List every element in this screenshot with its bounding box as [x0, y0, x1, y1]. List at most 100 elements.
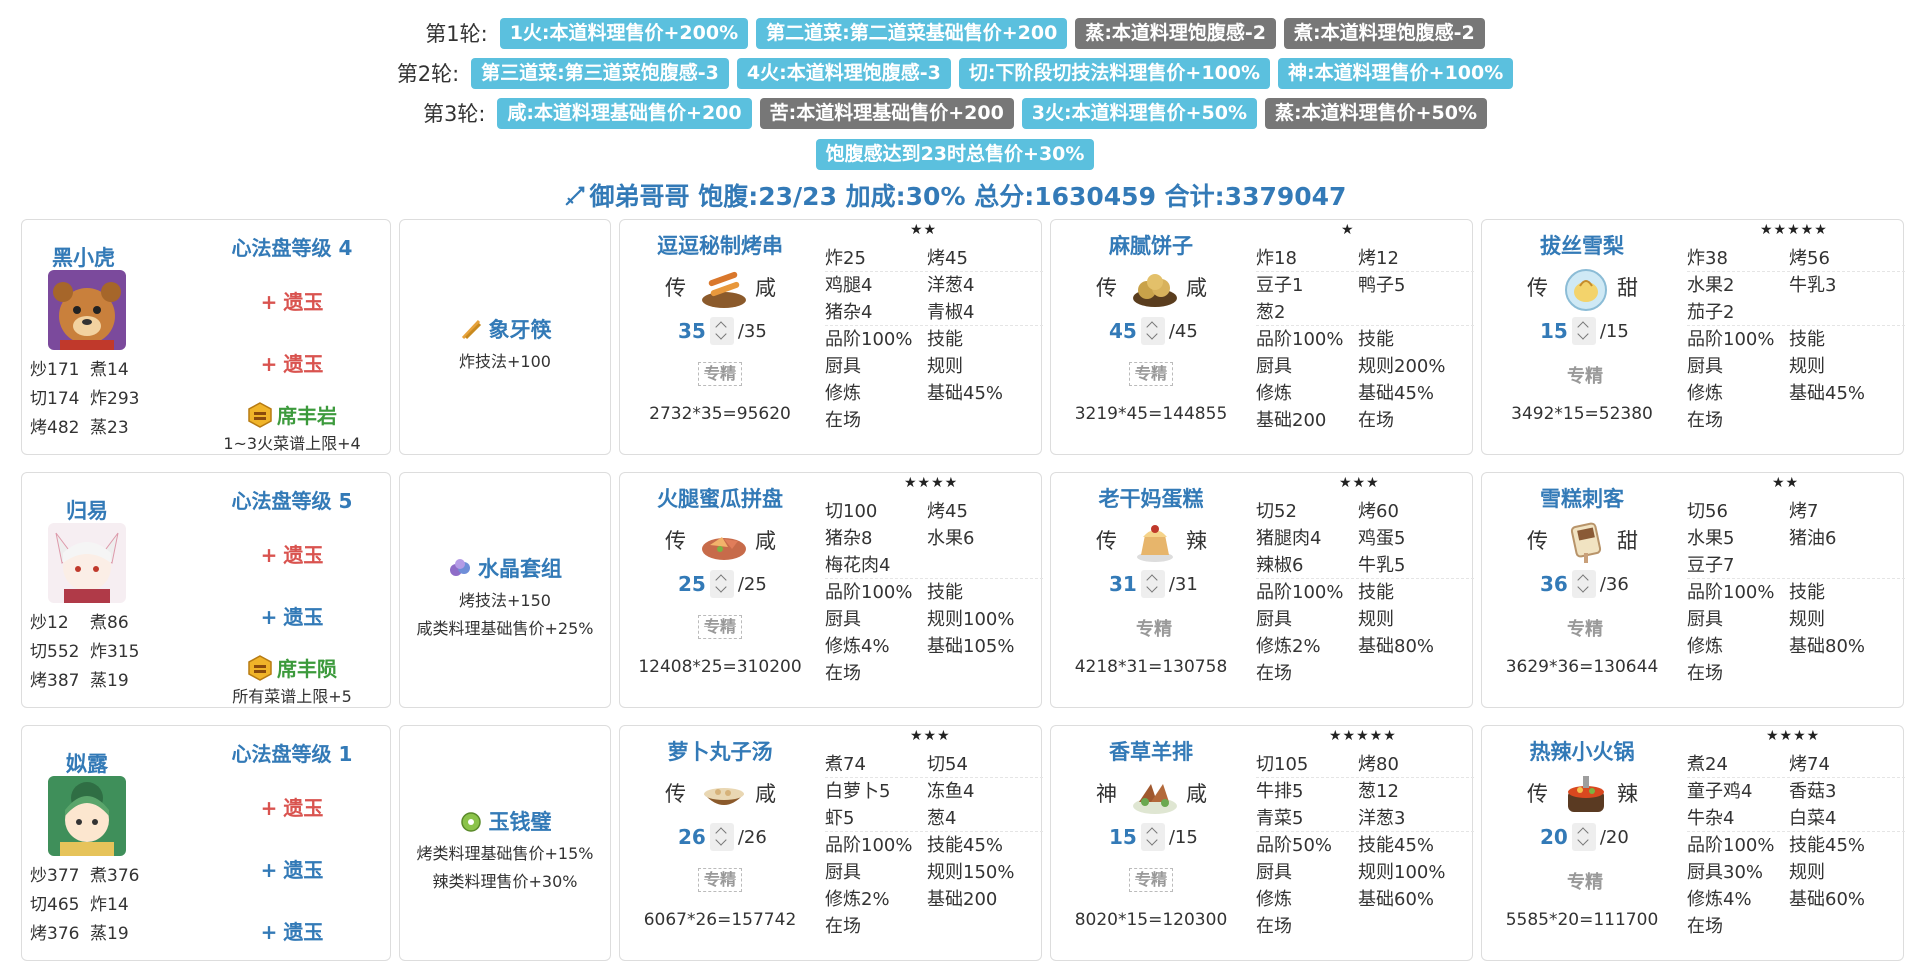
- rarity-stars: ★★★★: [1766, 728, 1821, 744]
- amber-slot[interactable]: + 遗玉: [182, 916, 402, 945]
- recipe-taste: 甜: [1617, 529, 1638, 553]
- chef-card[interactable]: 归易 炒12 煮86 切552 炸315 烤387 蒸19 心法盘等级 5 + 遗玉 +…: [21, 472, 391, 708]
- rarity-stars: ★★★★: [904, 475, 959, 491]
- equip-card[interactable]: 玉钱璧 烤类料理基础售价+15% 辣类料理售价+30%: [399, 725, 611, 961]
- recipe-card[interactable]: 逗逗秘制烤串 传 咸 35/35 专精 2732*35=95620 ★★ 炸25…: [619, 219, 1043, 455]
- amber-effect: 1~3火菜谱上限+4: [223, 434, 361, 453]
- recipe-card[interactable]: 拔丝雪梨 传 甜 15/15 专精 3492*15=52380 ★★★★★ 炸3…: [1481, 219, 1905, 455]
- rule-tag: 蒸:本道料理售价+50%: [1265, 97, 1488, 129]
- quantity-stepper[interactable]: 15/15: [1540, 317, 1629, 345]
- mastery-button[interactable]: 专精: [1560, 868, 1610, 894]
- amber-slot[interactable]: + 遗玉: [182, 539, 402, 568]
- recipe-image: [702, 271, 746, 308]
- mastery-button[interactable]: 专精: [1560, 362, 1610, 388]
- chopsticks-icon: [461, 319, 481, 340]
- recipe-name: 热辣小火锅: [1529, 740, 1635, 764]
- mastery-button[interactable]: 专精: [1560, 615, 1610, 641]
- amber-slot[interactable]: 席丰陨: [182, 653, 402, 682]
- quantity-stepper[interactable]: 45/45: [1109, 317, 1198, 345]
- equip-name: 玉钱璧: [400, 806, 610, 836]
- amber-slot[interactable]: + 遗玉: [182, 286, 402, 315]
- mastery-button[interactable]: 专精: [1129, 868, 1173, 892]
- recipe-card[interactable]: 香草羊排 神 咸 15/15 专精 8020*15=120300 ★★★★★ 切…: [1050, 725, 1474, 961]
- spinner-icon[interactable]: [709, 823, 734, 851]
- chef-stats: 炒12 煮86 切552 炸315 烤387 蒸19: [30, 613, 140, 691]
- quantity-stepper[interactable]: 15/15: [1109, 823, 1198, 851]
- spinner-icon[interactable]: [1140, 317, 1165, 345]
- spinner-icon[interactable]: [1571, 823, 1596, 851]
- recipe-origin: 传: [1527, 276, 1548, 300]
- recipe-image: [702, 537, 746, 560]
- recipe-score: 5585*20=111700: [1505, 910, 1659, 930]
- chef-stats: 炒171 煮14 切174 炸293 烤482 蒸23: [30, 360, 140, 438]
- recipe-name: 麻腻饼子: [1109, 234, 1193, 258]
- recipe-name: 雪糕刺客: [1540, 487, 1624, 511]
- recipe-card[interactable]: 麻腻饼子 传 咸 45/45 专精 3219*45=144855 ★ 炸18 烤1…: [1050, 219, 1474, 455]
- quantity-stepper[interactable]: 31/31: [1109, 570, 1198, 598]
- recipe-origin: 传: [665, 529, 686, 553]
- chef-card[interactable]: 姒露 炒377 煮376 切465 炸14 烤376 蒸19 心法盘等级 1 + 遗玉 …: [21, 725, 391, 961]
- amber-slot[interactable]: + 遗玉: [182, 854, 402, 883]
- rarity-stars: ★★★★★: [1760, 222, 1828, 238]
- recipe-image: [1133, 784, 1177, 814]
- chef-card[interactable]: 黑小虎 炒171 煮14 切174 炸293 烤482 蒸23 心法盘等级 4 + 遗玉…: [21, 219, 391, 455]
- recipe-name: 香草羊排: [1109, 740, 1193, 764]
- round-1-rules: 第1轮: 1火:本道料理售价+200% 第二道菜:第二道菜基础售价+200 蒸:…: [0, 16, 1910, 50]
- quantity-stepper[interactable]: 20/20: [1540, 823, 1629, 851]
- crystal-icon: [450, 559, 470, 576]
- recipe-details: 切56 烤7 水果5 猪油6 豆子7 品阶100% 技能 厨具 规则 修炼 基础80% 在…: [1687, 498, 1905, 687]
- sword-icon: [565, 186, 584, 206]
- spinner-icon[interactable]: [1140, 823, 1165, 851]
- quantity-stepper[interactable]: 35/35: [678, 317, 767, 345]
- quantity-stepper[interactable]: 25/25: [678, 570, 767, 598]
- recipe-card[interactable]: 萝卜丸子汤 传 咸 26/26 专精 6067*26=157742 ★★★ 煮7…: [619, 725, 1043, 961]
- recipe-score: 2732*35=95620: [649, 404, 791, 424]
- rule-tag: 切:下阶段切技法料理售价+100%: [958, 57, 1271, 89]
- rule-tag: 1火:本道料理售价+200%: [499, 17, 749, 49]
- rule-tag: 咸:本道料理基础售价+200: [497, 97, 752, 129]
- recipe-card[interactable]: 老干妈蛋糕 传 辣 31/31 专精 4218*31=130758 ★★★ 切5…: [1050, 472, 1474, 708]
- recipe-card[interactable]: 雪糕刺客 传 甜 36/36 专精 3629*36=130644 ★★ 切56 烤…: [1481, 472, 1905, 708]
- equip-effect: 烤类料理基础售价+15%: [416, 844, 594, 863]
- spinner-icon[interactable]: [1140, 570, 1165, 598]
- rarity-stars: ★★: [1772, 475, 1800, 491]
- disk-level: 心法盘等级 4: [231, 236, 353, 260]
- spinner-icon[interactable]: [1571, 570, 1596, 598]
- jade-icon: [460, 812, 481, 832]
- spinner-icon[interactable]: [709, 317, 734, 345]
- rule-tag: 苦:本道料理基础售价+200: [759, 97, 1014, 129]
- recipe-card[interactable]: 热辣小火锅 传 辣 20/20 专精 5585*20=111700 ★★★★ 煮…: [1481, 725, 1905, 961]
- round-3-rules: 第3轮: 咸:本道料理基础售价+200 苦:本道料理基础售价+200 3火:本道…: [0, 96, 1910, 130]
- equip-card[interactable]: 水晶套组 烤技法+150 咸类料理基础售价+25%: [399, 472, 611, 708]
- mastery-button[interactable]: 专精: [1129, 362, 1173, 386]
- amber-slot[interactable]: + 遗玉: [182, 348, 402, 377]
- recipe-taste: 咸: [1186, 276, 1207, 300]
- spinner-icon[interactable]: [709, 570, 734, 598]
- amber-slot[interactable]: + 遗玉: [182, 601, 402, 630]
- girl-avatar: [48, 776, 126, 856]
- fox-avatar: [48, 523, 126, 603]
- quantity-stepper[interactable]: 26/26: [678, 823, 767, 851]
- chef-name: 黑小虎: [52, 246, 115, 270]
- mastery-button[interactable]: 专精: [698, 615, 742, 639]
- recipe-score: 4218*31=130758: [1074, 657, 1228, 677]
- recipe-card[interactable]: 火腿蜜瓜拼盘 传 咸 25/25 专精 12408*25=310200 ★★★★…: [619, 472, 1043, 708]
- recipe-origin: 传: [1096, 529, 1117, 553]
- chef-name: 姒露: [66, 752, 108, 776]
- mastery-button[interactable]: 专精: [1129, 615, 1179, 641]
- spinner-icon[interactable]: [1571, 317, 1596, 345]
- amber-slot[interactable]: + 遗玉: [182, 792, 402, 821]
- amber-slot[interactable]: 席丰岩: [182, 400, 402, 429]
- recipe-score: 3219*45=144855: [1074, 404, 1228, 424]
- equip-effect: 炸技法+100: [459, 352, 551, 371]
- round-label: 第1轮:: [425, 22, 488, 46]
- mastery-button[interactable]: 专精: [698, 362, 742, 386]
- recipe-origin: 传: [665, 276, 686, 300]
- quantity-stepper[interactable]: 36/36: [1540, 570, 1629, 598]
- rule-tag: 蒸:本道料理饱腹感-2: [1075, 17, 1277, 49]
- equip-effect: 烤技法+150: [459, 591, 551, 610]
- mastery-button[interactable]: 专精: [698, 868, 742, 892]
- equip-card[interactable]: 象牙筷 炸技法+100: [399, 219, 611, 455]
- recipe-origin: 传: [1527, 782, 1548, 806]
- rule-tag: 3火:本道料理售价+50%: [1021, 97, 1258, 129]
